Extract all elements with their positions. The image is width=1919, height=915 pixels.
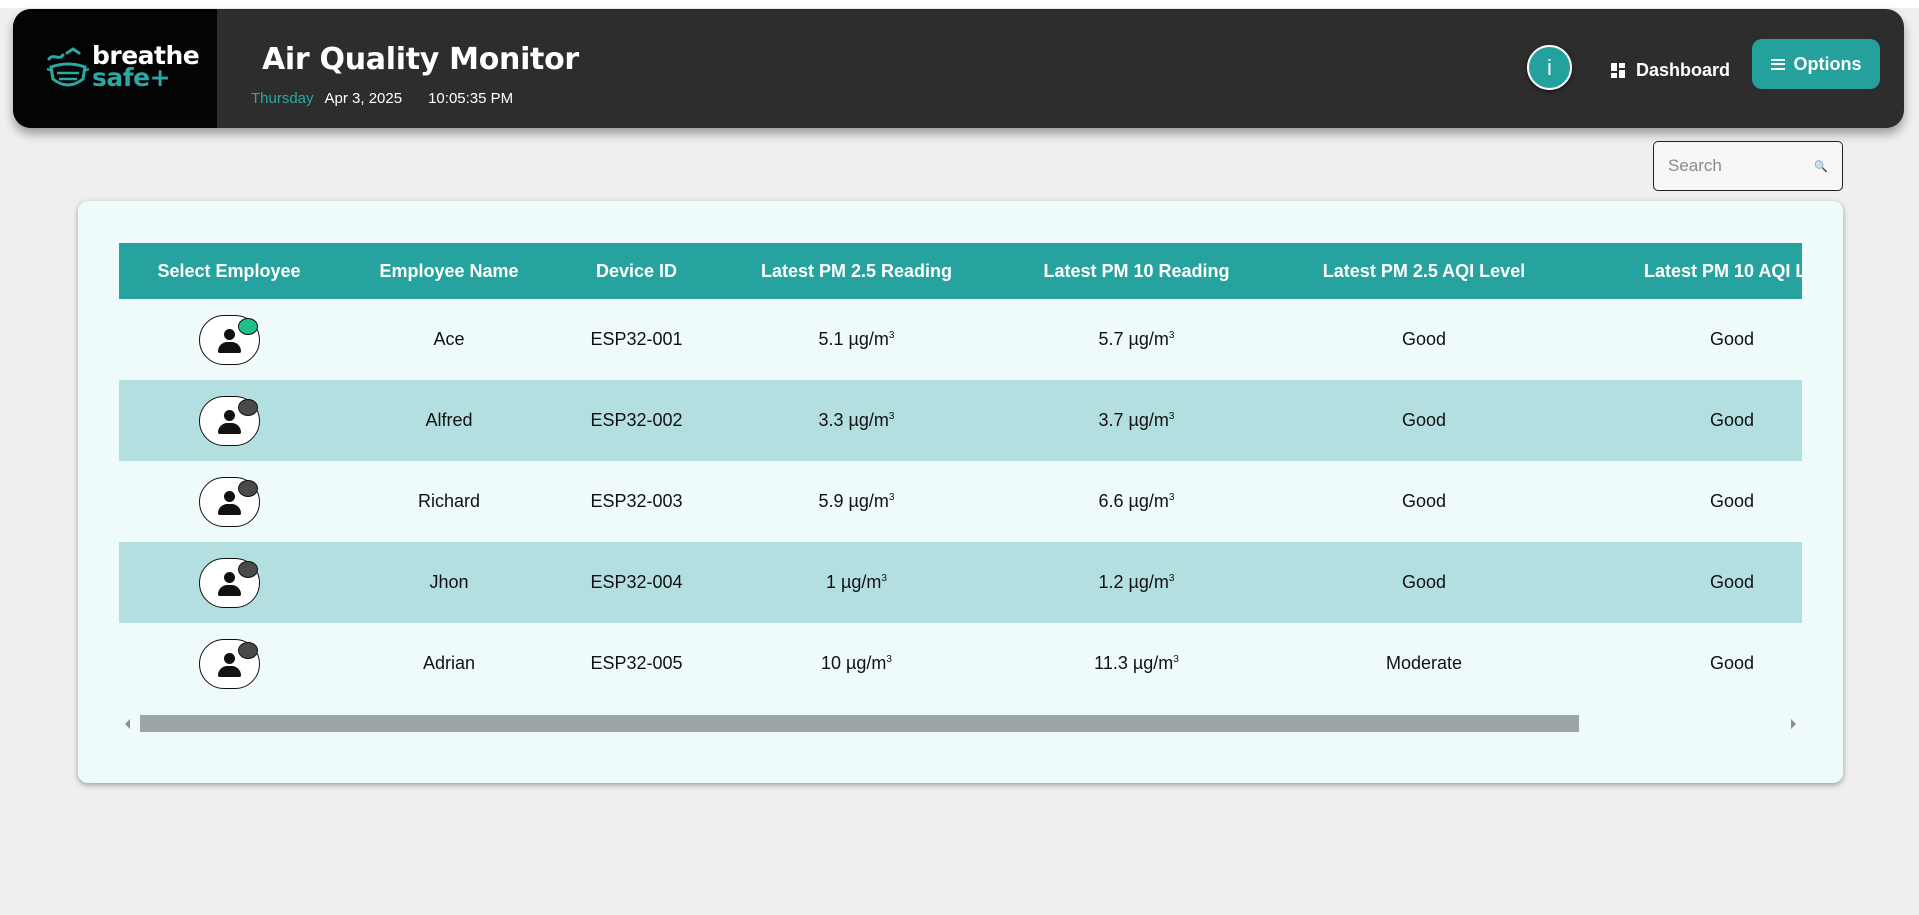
person-icon xyxy=(223,490,235,502)
dashboard-label: Dashboard xyxy=(1636,59,1731,80)
table-row: Alfred ESP32-002 3.3 µg/m3 3.7 µg/m3 Goo… xyxy=(119,380,1802,461)
pm10-reading: 6.6 µg/m3 xyxy=(1098,491,1175,511)
pm10-reading: 1.2 µg/m3 xyxy=(1098,572,1175,592)
pm25-reading: 1 µg/m3 xyxy=(826,572,887,592)
search-icon[interactable]: 🔍 xyxy=(1814,160,1828,173)
search-input[interactable] xyxy=(1668,156,1808,176)
pm25-reading: 5.9 µg/m3 xyxy=(818,491,895,511)
pm10-aqi: Good xyxy=(1710,572,1755,592)
dashboard-button[interactable]: Dashboard xyxy=(1611,55,1730,85)
table-row: Jhon ESP32-004 1 µg/m3 1.2 µg/m3 Good Go… xyxy=(119,542,1802,623)
employee-name: Adrian xyxy=(422,653,476,673)
pm10-aqi: Good xyxy=(1710,653,1755,673)
options-button[interactable]: Options xyxy=(1752,39,1880,89)
column-header-select: Select Employee xyxy=(157,260,301,281)
pm10-reading: 11.3 µg/m3 xyxy=(1094,653,1179,673)
device-id: ESP32-005 xyxy=(590,653,683,673)
pm25-reading: 10 µg/m3 xyxy=(821,653,892,673)
employee-table-card: Select Employee Employee Name Device ID … xyxy=(78,201,1843,783)
select-employee-button[interactable] xyxy=(198,395,260,446)
employee-table: Select Employee Employee Name Device ID … xyxy=(119,243,1802,704)
select-employee-button[interactable] xyxy=(198,476,260,527)
scrollbar-thumb[interactable] xyxy=(140,715,1579,732)
employee-name: Alfred xyxy=(425,410,473,430)
status-indicator xyxy=(237,398,258,416)
column-header-pm25[interactable]: Latest PM 2.5 Reading xyxy=(714,243,999,299)
status-indicator xyxy=(237,641,258,659)
table-row: Adrian ESP32-005 10 µg/m3 11.3 µg/m3 Mod… xyxy=(119,623,1802,704)
pm25-reading: 5.1 µg/m3 xyxy=(818,329,895,349)
search-box: 🔍 xyxy=(1653,141,1843,191)
person-icon xyxy=(223,328,235,340)
scroll-left-arrow-icon[interactable] xyxy=(125,719,130,729)
pm25-aqi: Good xyxy=(1401,329,1447,349)
employee-name: Jhon xyxy=(429,572,469,592)
table-scroll-area[interactable]: Select Employee Employee Name Device ID … xyxy=(119,243,1802,709)
app-header: breathe safe+ Air Quality Monitor Thursd… xyxy=(13,9,1904,128)
dashboard-icon xyxy=(1611,62,1626,78)
pm25-reading: 3.3 µg/m3 xyxy=(818,410,895,430)
status-indicator xyxy=(237,560,258,578)
datetime: Thursday Apr 3, 2025 10:05:35 PM xyxy=(251,90,513,107)
info-icon: i xyxy=(1547,54,1552,80)
logo-line2: safe+ xyxy=(92,63,171,92)
select-employee-button[interactable] xyxy=(198,557,260,608)
scroll-right-arrow-icon[interactable] xyxy=(1791,719,1796,729)
pm10-aqi: Good xyxy=(1710,491,1755,511)
date: Apr 3, 2025 xyxy=(324,90,403,107)
logo[interactable]: breathe safe+ xyxy=(13,9,217,128)
weekday: Thursday xyxy=(251,90,314,107)
table-header-row: Select Employee Employee Name Device ID … xyxy=(119,243,1802,299)
employee-name: Ace xyxy=(433,329,465,349)
device-id: ESP32-004 xyxy=(590,572,683,592)
table-row: Ace ESP32-001 5.1 µg/m3 5.7 µg/m3 Good G… xyxy=(119,299,1802,380)
person-icon xyxy=(223,409,235,421)
pm10-aqi: Good xyxy=(1710,329,1755,349)
select-employee-button[interactable] xyxy=(198,638,260,689)
column-header-device[interactable]: Device ID xyxy=(559,243,714,299)
pm25-aqi: Moderate xyxy=(1385,653,1463,673)
select-employee-button[interactable] xyxy=(198,314,260,365)
table-row: Richard ESP32-003 5.9 µg/m3 6.6 µg/m3 Go… xyxy=(119,461,1802,542)
page-title: Air Quality Monitor xyxy=(262,42,579,77)
mask-logo-icon xyxy=(46,47,90,87)
pm10-reading: 5.7 µg/m3 xyxy=(1098,329,1175,349)
window-top-strip xyxy=(0,0,1919,8)
column-header-aqi10[interactable]: Latest PM 10 AQI Level xyxy=(1574,243,1802,299)
pm10-reading: 3.7 µg/m3 xyxy=(1098,410,1175,430)
status-indicator xyxy=(237,317,258,335)
logo-text: breathe safe+ xyxy=(92,43,200,92)
pm25-aqi: Good xyxy=(1401,410,1447,430)
column-header-pm10[interactable]: Latest PM 10 Reading xyxy=(999,243,1274,299)
time: 10:05:35 PM xyxy=(428,90,514,107)
options-label: Options xyxy=(1793,53,1862,74)
device-id: ESP32-002 xyxy=(590,410,683,430)
person-icon xyxy=(223,652,235,664)
pm25-aqi: Good xyxy=(1401,572,1447,592)
menu-icon xyxy=(1770,58,1785,70)
column-header-name[interactable]: Employee Name xyxy=(339,243,559,299)
status-indicator xyxy=(237,479,258,497)
pm10-aqi: Good xyxy=(1710,410,1755,430)
device-id: ESP32-001 xyxy=(590,329,683,349)
employee-name: Richard xyxy=(417,491,481,511)
person-icon xyxy=(223,571,235,583)
info-button[interactable]: i xyxy=(1527,45,1572,90)
horizontal-scrollbar[interactable] xyxy=(119,715,1802,732)
device-id: ESP32-003 xyxy=(590,491,683,511)
pm25-aqi: Good xyxy=(1401,491,1447,511)
column-header-aqi25[interactable]: Latest PM 2.5 AQI Level xyxy=(1274,243,1574,299)
